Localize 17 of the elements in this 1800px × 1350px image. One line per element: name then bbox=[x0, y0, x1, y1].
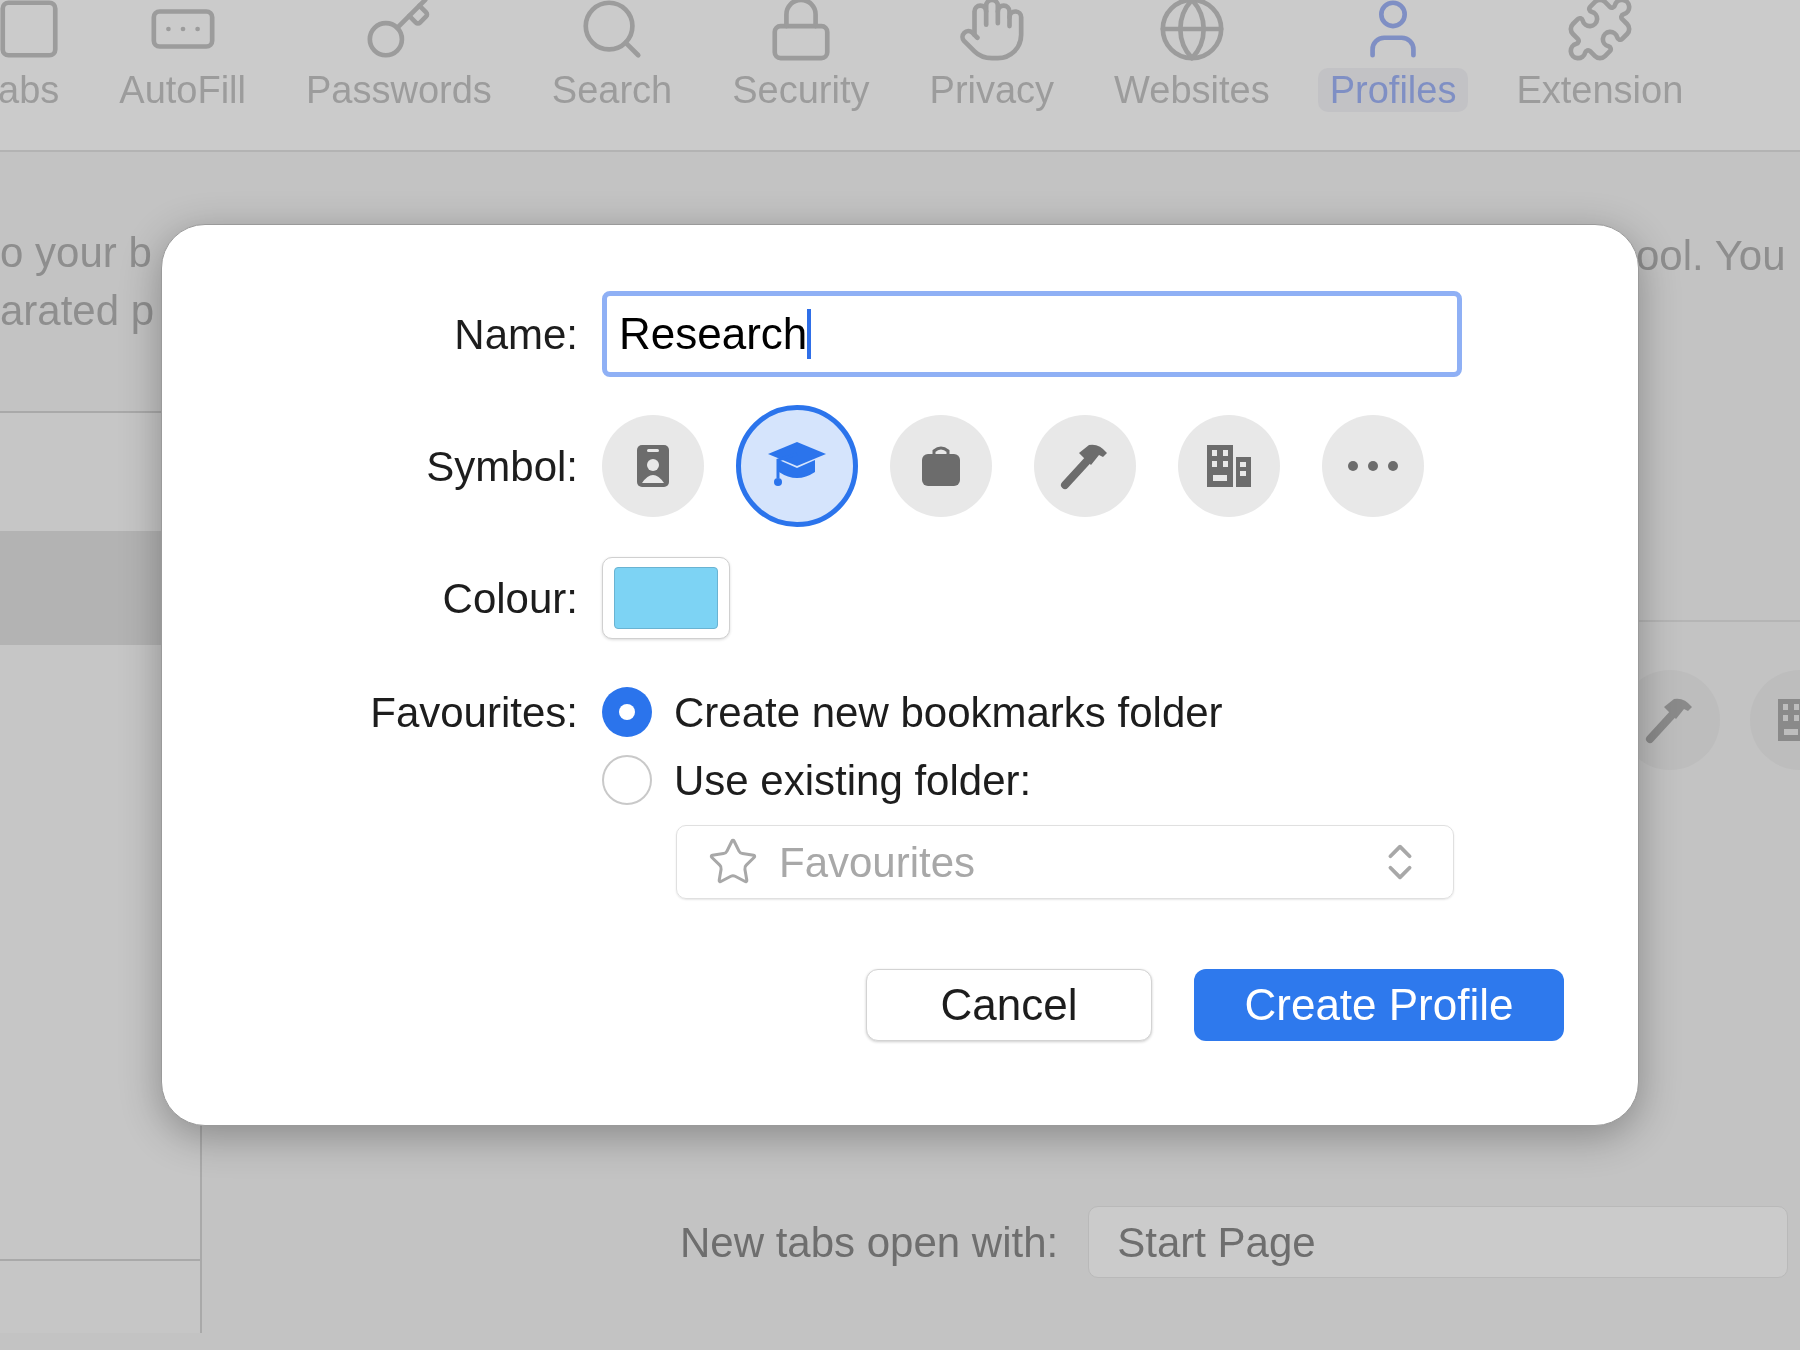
id-badge-icon bbox=[635, 443, 671, 489]
field-label: Symbol: bbox=[425, 441, 578, 492]
cancel-button[interactable]: Cancel bbox=[866, 969, 1152, 1041]
field-label: Name: bbox=[453, 309, 578, 360]
name-field[interactable]: Research bbox=[602, 291, 1462, 377]
toolbar-tab[interactable]: Profiles bbox=[1317, 68, 1469, 112]
create-button[interactable]: Create Profile bbox=[1194, 969, 1564, 1041]
building-icon bbox=[1205, 443, 1253, 489]
setting-label: New tabs open with: bbox=[680, 1217, 1059, 1268]
field-label: Colour: bbox=[441, 573, 578, 624]
bag-icon bbox=[920, 445, 962, 487]
setting-popup[interactable]: Start Page bbox=[1088, 1206, 1789, 1278]
colour-well[interactable] bbox=[602, 557, 730, 639]
radio-button[interactable] bbox=[602, 687, 652, 737]
more-icon bbox=[1347, 460, 1399, 472]
field-label: Favourites: bbox=[369, 688, 578, 738]
radio-button[interactable] bbox=[602, 755, 652, 805]
